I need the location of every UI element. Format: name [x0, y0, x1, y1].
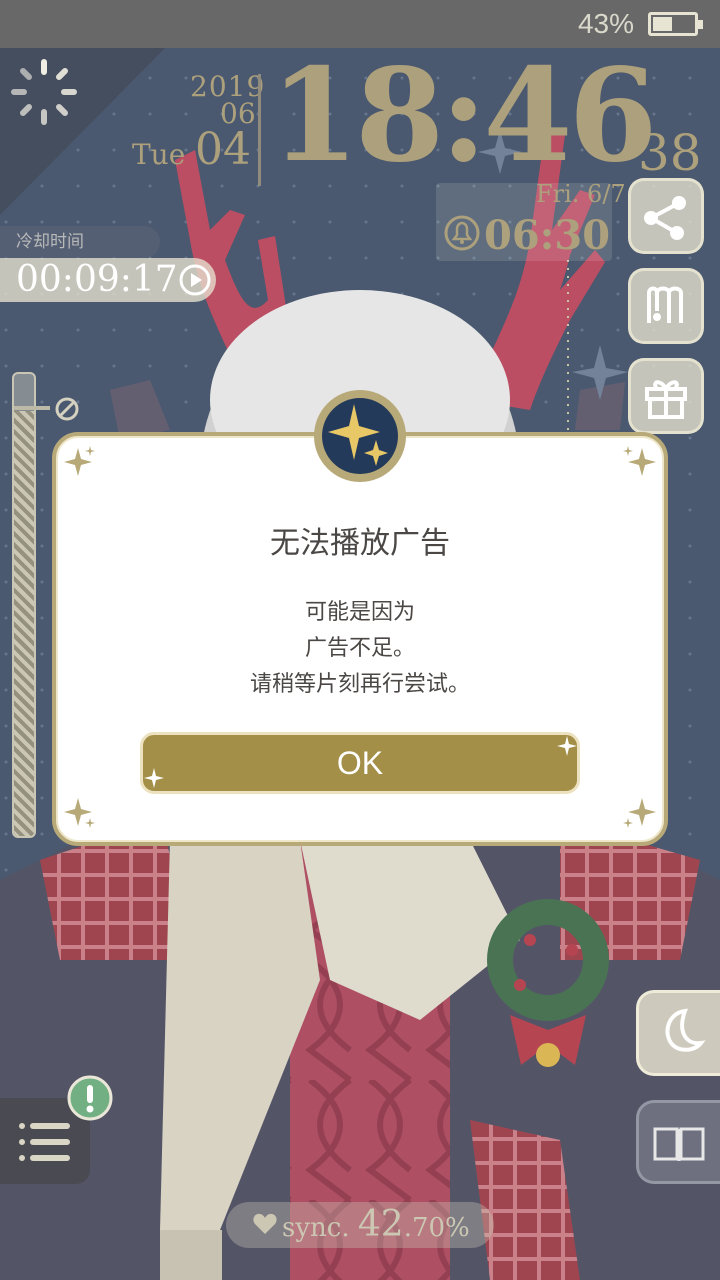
- sparkle-icon: [144, 768, 164, 788]
- star-badge-icon: [314, 390, 406, 482]
- sparkle-icon: [64, 446, 95, 476]
- sparkle-icon: [623, 446, 656, 476]
- dialog-message-line: 广告不足。: [304, 636, 415, 661]
- dialog-message-line: 请稍等片刻再行尝试。: [249, 672, 470, 697]
- sparkle-icon: [64, 798, 95, 828]
- sparkle-icon: [557, 736, 577, 756]
- dialog-title: 无法播放广告: [270, 526, 450, 561]
- sparkle-icon: [623, 798, 656, 828]
- ok-button[interactable]: OK: [140, 732, 580, 794]
- dialog-message-line: 可能是因为: [304, 600, 415, 625]
